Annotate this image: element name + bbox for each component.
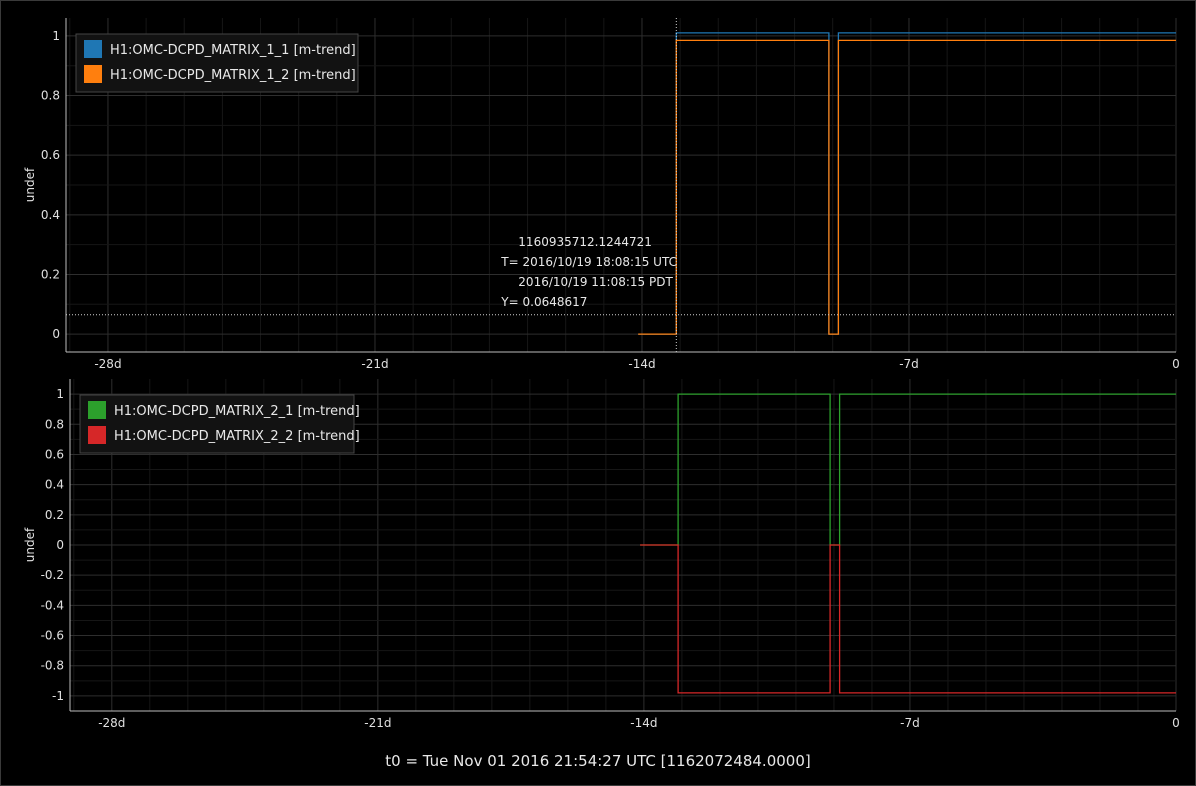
y-tick-label: -0.6 — [41, 629, 64, 643]
legend-swatch — [84, 40, 102, 58]
legend: H1:OMC-DCPD_MATRIX_1_1 [m-trend] H1:OMC-D… — [75, 33, 359, 93]
x-tick-label: -7d — [900, 716, 920, 730]
y-tick-label: 0.6 — [41, 148, 60, 162]
cursor-gps-label: 1160935712.1244721 — [518, 235, 652, 249]
x-tick-label: -28d — [94, 357, 121, 371]
y-tick-label: 0.2 — [41, 267, 60, 281]
y-axis-label: undef — [23, 167, 37, 202]
plot-panel-2: -1 -0.8 -0.6 -0.4 -0.2 0 0.2 0.4 0.6 0.8 1 -28d -21d… — [23, 379, 1180, 730]
plot-panel-1: 0 0.2 0.4 0.6 0.8 1 -28d -21d -14d -7d 0 undef H1:OM… — [23, 18, 1180, 371]
y-tick-label: 0.2 — [45, 508, 64, 522]
x-tick-label: -7d — [899, 357, 919, 371]
legend-label: H1:OMC-DCPD_MATRIX_2_2 [m-trend] — [114, 429, 360, 444]
t0-footer: t0 = Tue Nov 01 2016 21:54:27 UTC [11620… — [385, 752, 811, 770]
legend: H1:OMC-DCPD_MATRIX_2_1 [m-trend] H1:OMC-D… — [79, 394, 360, 454]
legend-swatch — [88, 426, 106, 444]
y-tick-label: 0.4 — [45, 478, 64, 492]
y-tick-label: 1 — [52, 29, 60, 43]
series-line-2 — [640, 544, 1176, 694]
y-tick-label: -0.4 — [41, 598, 64, 612]
y-tick-label: 0.8 — [45, 417, 64, 431]
cursor-y-label: Y= 0.0648617 — [500, 295, 587, 309]
x-tick-label: -21d — [364, 716, 391, 730]
legend-swatch — [88, 401, 106, 419]
y-tick-label: 0.6 — [45, 447, 64, 461]
y-tick-label: -0.2 — [41, 568, 64, 582]
series-line-2 — [638, 39, 1176, 335]
y-tick-label: 0 — [56, 538, 64, 552]
x-tick-label: 0 — [1172, 716, 1180, 730]
y-tick-label: 0.4 — [41, 208, 60, 222]
x-tick-label: 0 — [1172, 357, 1180, 371]
legend-label: H1:OMC-DCPD_MATRIX_1_1 [m-trend] — [110, 43, 356, 58]
y-axis-label: undef — [23, 527, 37, 562]
y-tick-label: 0.8 — [41, 89, 60, 103]
series-line-1 — [638, 32, 1176, 335]
legend-label: H1:OMC-DCPD_MATRIX_1_2 [m-trend] — [110, 68, 356, 83]
x-tick-label: -28d — [98, 716, 125, 730]
y-tick-label: 1 — [56, 387, 64, 401]
x-tick-label: -21d — [361, 357, 388, 371]
x-tick-label: -14d — [628, 357, 655, 371]
legend-swatch — [84, 65, 102, 83]
y-tick-label: 0 — [52, 327, 60, 341]
legend-label: H1:OMC-DCPD_MATRIX_2_1 [m-trend] — [114, 404, 360, 419]
chart-canvas[interactable]: 0 0.2 0.4 0.6 0.8 1 -28d -21d -14d -7d 0 undef H1:OM… — [0, 0, 1196, 786]
cursor-utc-label: T= 2016/10/19 18:08:15 UTC — [500, 255, 677, 269]
cursor-local-label: 2016/10/19 11:08:15 PDT — [518, 275, 673, 289]
y-tick-label: -0.8 — [41, 659, 64, 673]
x-tick-label: -14d — [630, 716, 657, 730]
y-tick-label: -1 — [52, 689, 64, 703]
